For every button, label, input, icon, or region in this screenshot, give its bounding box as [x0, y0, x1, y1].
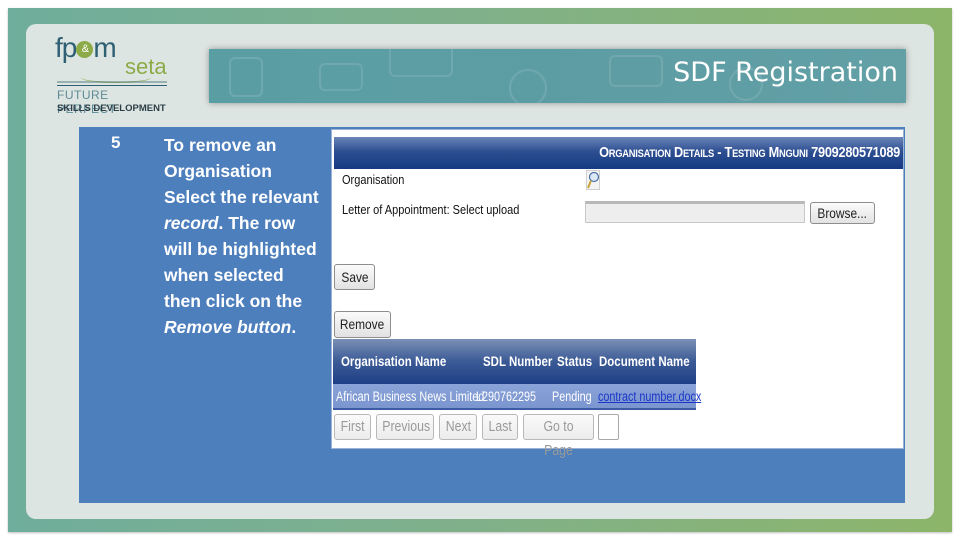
column-status[interactable]: Status [557, 353, 592, 369]
logo-divider [57, 85, 167, 86]
table-row-selected[interactable]: African Business News Limited L290762295… [333, 384, 701, 410]
pager-next-button[interactable]: Next [439, 414, 477, 440]
banner-decoration [609, 55, 663, 87]
banner-decoration [319, 63, 363, 91]
document-link[interactable]: contract number.docx [598, 389, 701, 404]
logo-ampersand: & [76, 41, 94, 59]
pager-previous-button[interactable]: Previous [376, 414, 434, 440]
step-instructions: To remove an Organisation Select the rel… [164, 135, 319, 337]
title-banner: SDF Registration [209, 49, 906, 103]
column-document-name[interactable]: Document Name [599, 353, 690, 369]
pager-last-button[interactable]: Last [482, 414, 518, 440]
browse-button[interactable]: Browse... [810, 202, 875, 224]
page-number-input[interactable] [598, 414, 619, 440]
column-sdl-number[interactable]: SDL Number [483, 353, 552, 369]
slide-title: SDF Registration [673, 57, 898, 88]
organisation-label: Organisation [342, 173, 405, 187]
column-organisation-name[interactable]: Organisation Name [341, 353, 446, 369]
cell-sdl-number: L290762295 [476, 389, 537, 404]
go-to-page-button[interactable]: Go to Page [523, 414, 594, 459]
logo-seta: seta [125, 54, 167, 79]
banner-decoration [509, 69, 547, 103]
logo-brand: fp & m [55, 32, 117, 63]
pager-first-button[interactable]: First [334, 414, 371, 440]
organisation-details-header: Organisation Details - Testing Mnguni 79… [334, 137, 903, 169]
logo-tagline [57, 81, 167, 83]
step-number: 5 [111, 133, 121, 152]
save-button[interactable]: Save [334, 264, 375, 290]
letter-upload-input[interactable] [585, 201, 805, 223]
banner-decoration [229, 57, 263, 97]
magnifier-lookup-icon[interactable] [586, 170, 600, 190]
logo-skills-development: SKILLS DEVELOPMENT [57, 103, 166, 114]
header-title: Organisation Details - Testing Mnguni 79… [599, 144, 900, 161]
cell-status: Pending [552, 389, 592, 404]
fpm-seta-logo: fp & m seta FUTURE PERFECT SKILLS DEVELOPM… [55, 32, 170, 117]
remove-button[interactable]: Remove [334, 311, 391, 338]
banner-decoration [389, 49, 453, 77]
cell-organisation-name: African Business News Limited [336, 389, 485, 404]
letter-of-appointment-label: Letter of Appointment: Select upload [342, 203, 520, 217]
grid-header: Organisation Name SDL Number Status Docu… [333, 339, 696, 384]
